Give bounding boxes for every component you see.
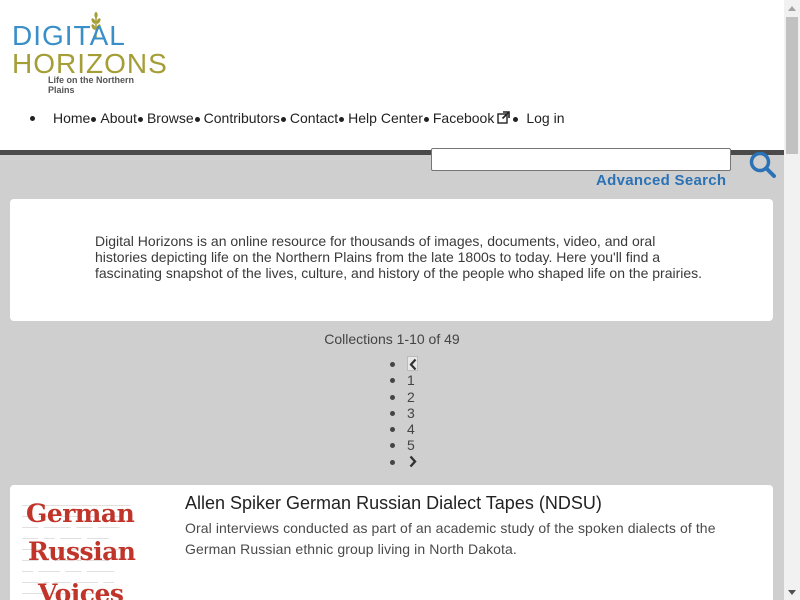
- scroll-up-button[interactable]: [784, 0, 800, 16]
- scrollbar-thumb[interactable]: [786, 17, 798, 154]
- nav-item-facebook[interactable]: Facebook: [432, 110, 519, 126]
- nav-bullet: [339, 117, 345, 122]
- scroll-down-icon: [788, 589, 796, 595]
- pager-page-4[interactable]: 4: [390, 421, 418, 437]
- nav-bullet: [194, 117, 200, 122]
- logo-wordmark-bottom: HORIZONS: [12, 48, 168, 79]
- thumbnail-word: German: [26, 499, 135, 528]
- page: DIGITAL HORIZONS Life on the Northern Pl…: [0, 0, 784, 600]
- page-scrollbar[interactable]: [784, 0, 800, 600]
- pager-page-label: 4: [407, 421, 415, 438]
- intro-card: Digital Horizons is an online resource f…: [10, 199, 773, 321]
- nav-item-label: Help Center: [348, 110, 423, 126]
- nav-item-contributors[interactable]: Contributors: [203, 110, 286, 126]
- chevron-right-icon: [409, 455, 417, 468]
- thumbnail-word: Russian: [28, 537, 136, 566]
- collection-card: ____________________ __ ___ ____ __ _ _ __…: [10, 485, 773, 600]
- nav-item-browse[interactable]: Browse: [146, 110, 200, 126]
- nav-item-label: Facebook: [432, 110, 495, 126]
- nav-item-label: Log in: [526, 110, 565, 126]
- logo-tagline: Life on the Northern Plains: [48, 75, 134, 95]
- nav-bullet: [137, 117, 143, 122]
- nav-item-label: Home: [53, 110, 91, 126]
- nav-bullet: [280, 117, 286, 122]
- nav-item-label: Browse: [146, 110, 194, 126]
- pager-page-label: 3: [407, 404, 415, 421]
- collection-description: Oral interviews conducted as part of an …: [185, 520, 716, 557]
- nav-item-home[interactable]: Home: [53, 110, 97, 126]
- pager-page-label: 1: [407, 372, 415, 389]
- site-logo[interactable]: DIGITAL HORIZONS Life on the Northern Pl…: [12, 12, 167, 95]
- advanced-search-link[interactable]: Advanced Search: [596, 172, 726, 189]
- thumbnail-word-text: German: [26, 499, 135, 528]
- collections-count: Collections 1-10 of 49: [324, 331, 460, 347]
- scroll-down-button[interactable]: [784, 584, 800, 600]
- intro-text: Digital Horizons is an online resource f…: [95, 233, 703, 282]
- thumbnail-word: Voices: [38, 579, 124, 600]
- nav-bullet: [423, 117, 429, 122]
- nav-bullet: [513, 117, 519, 122]
- nav-item-label: About: [100, 110, 137, 126]
- search-icon[interactable]: [748, 150, 778, 180]
- nav-item-help-center[interactable]: Help Center: [348, 110, 429, 126]
- external-link-icon: [497, 111, 511, 124]
- pager-page-3[interactable]: 3: [390, 405, 418, 421]
- collection-title[interactable]: Allen Spiker German Russian Dialect Tape…: [185, 493, 602, 514]
- thumbnail-word-text: Russian: [28, 537, 136, 566]
- scroll-up-icon: [788, 5, 796, 11]
- site-header: DIGITAL HORIZONS Life on the Northern Pl…: [0, 0, 784, 150]
- pager-page-2[interactable]: 2: [390, 389, 418, 405]
- pager-page-label: 5: [407, 437, 415, 454]
- logo-wordmark-top: DIGITAL: [12, 20, 126, 51]
- nav-bullet: [30, 115, 35, 121]
- search-input[interactable]: [431, 148, 731, 171]
- collection-thumbnail[interactable]: ____________________ __ ___ ____ __ _ _ __…: [22, 497, 150, 600]
- thumbnail-word-text: Voices: [38, 579, 124, 600]
- pagination: 1 2 3 4 5: [390, 356, 418, 470]
- pager-next[interactable]: [390, 454, 418, 470]
- pager-page-5[interactable]: 5: [390, 437, 418, 453]
- main-nav: Home About Browse Contributors Contact H…: [30, 108, 575, 128]
- nav-item-label: Contributors: [203, 110, 280, 126]
- nav-bullet: [91, 117, 97, 122]
- nav-item-login[interactable]: Log in: [526, 110, 564, 126]
- pager-prev[interactable]: [390, 356, 418, 372]
- nav-item-about[interactable]: About: [100, 110, 143, 126]
- nav-item-contact[interactable]: Contact: [289, 110, 345, 126]
- chevron-left-icon: [407, 356, 418, 371]
- pager-page-label: 2: [407, 388, 415, 405]
- nav-item-label: Contact: [289, 110, 339, 126]
- pager-page-1[interactable]: 1: [390, 372, 418, 388]
